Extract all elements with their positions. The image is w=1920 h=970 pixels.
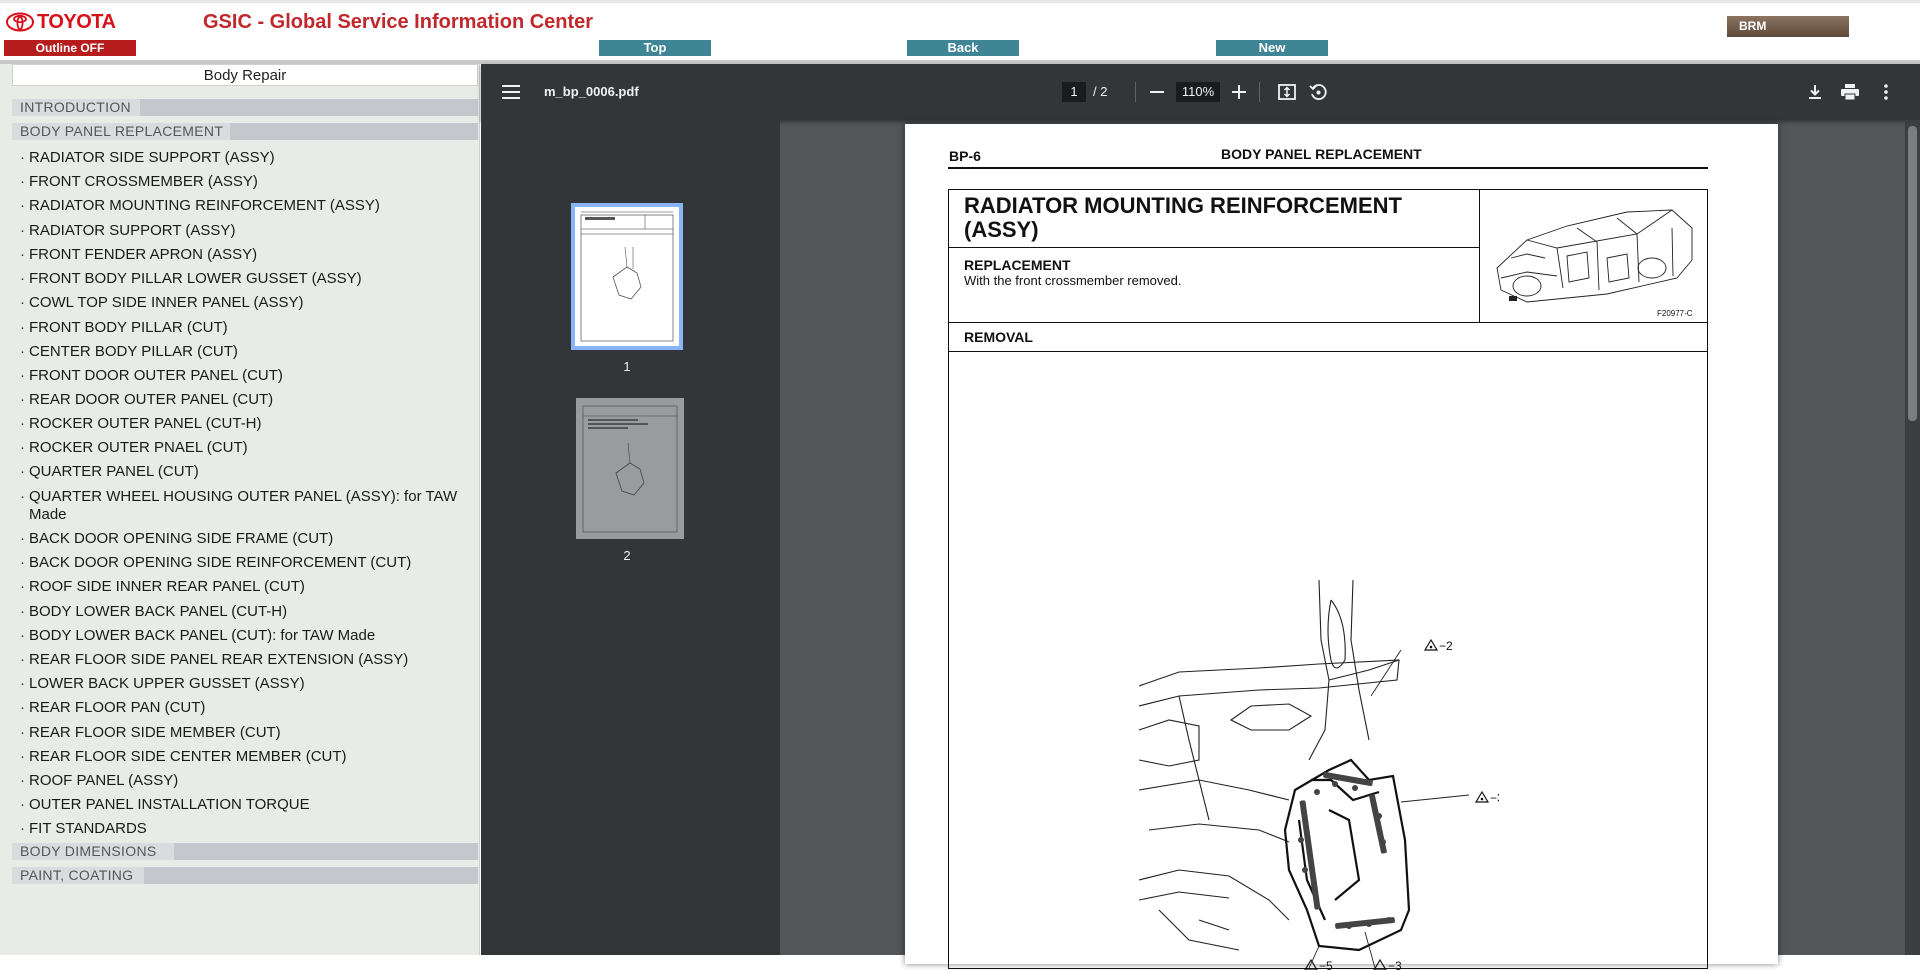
section-label: BODY PANEL REPLACEMENT	[20, 123, 224, 139]
toolbar-divider	[1259, 82, 1260, 102]
page-section-header: BODY PANEL REPLACEMENT	[1221, 146, 1422, 162]
more-icon[interactable]	[1875, 81, 1897, 103]
sidebar-item-radiator-support[interactable]: RADIATOR SUPPORT (ASSY)	[20, 222, 475, 240]
thumbnail-label-2: 2	[623, 548, 631, 563]
zoom-level-input[interactable]: 110%	[1176, 82, 1220, 102]
section-body-dimensions[interactable]: BODY DIMENSIONS	[12, 843, 478, 860]
toolbar-divider	[1135, 82, 1136, 102]
figure-code: F20977-C	[1657, 309, 1693, 318]
section-paint-coating[interactable]: PAINT, COATING	[12, 867, 478, 884]
thumbnail-page-1[interactable]	[571, 203, 683, 350]
viewer-scrollbar[interactable]	[1905, 120, 1920, 955]
zoom-out-icon[interactable]	[1147, 82, 1167, 102]
pdf-viewer: m_bp_0006.pdf 1 / 2 110% 1 2 BP-6 BODY P…	[481, 64, 1920, 970]
header-rule	[948, 167, 1708, 169]
app-title: GSIC - Global Service Information Center	[203, 11, 594, 33]
sidebar-item-front-door-outer-panel[interactable]: FRONT DOOR OUTER PANEL (CUT)	[20, 367, 475, 385]
box-divider	[949, 322, 1707, 323]
sidebar-item-outer-panel-installation-torque[interactable]: OUTER PANEL INSTALLATION TORQUE	[20, 796, 475, 814]
sidebar-item-lower-back-upper-gusset[interactable]: LOWER BACK UPPER GUSSET (ASSY)	[20, 675, 475, 693]
sidebar-item-rear-door-outer-panel[interactable]: REAR DOOR OUTER PANEL (CUT)	[20, 391, 475, 409]
pdf-toolbar: m_bp_0006.pdf 1 / 2 110%	[481, 64, 1920, 120]
procedure-box: RADIATOR MOUNTING REINFORCEMENT (ASSY) R…	[948, 189, 1708, 970]
box-divider	[949, 351, 1707, 352]
page-total: / 2	[1093, 84, 1108, 99]
sidebar-item-body-lower-back-panel-cut-h[interactable]: BODY LOWER BACK PANEL (CUT-H)	[20, 603, 475, 621]
print-icon[interactable]	[1839, 81, 1861, 103]
top-button[interactable]: Top	[599, 40, 711, 56]
section-label: PAINT, COATING	[20, 867, 134, 883]
sidebar-item-body-lower-back-panel-taw[interactable]: BODY LOWER BACK PANEL (CUT): for TAW Mad…	[20, 627, 475, 645]
section-body-panel-replacement[interactable]: BODY PANEL REPLACEMENT	[12, 123, 478, 140]
thumbnail-page-2-preview	[576, 398, 684, 539]
sidebar-item-quarter-wheel-housing-outer-panel[interactable]: QUARTER WHEEL HOUSING OUTER PANEL (ASSY)…	[20, 488, 475, 524]
rotate-icon[interactable]	[1307, 81, 1329, 103]
thumbnail-label-1: 1	[623, 359, 631, 374]
menu-icon[interactable]	[499, 80, 523, 104]
scrollbar-thumb[interactable]	[1908, 126, 1917, 421]
sidebar-item-rear-floor-side-panel-rear-extension[interactable]: REAR FLOOR SIDE PANEL REAR EXTENSION (AS…	[20, 651, 475, 669]
download-icon[interactable]	[1804, 81, 1826, 103]
removal-heading: REMOVAL	[964, 329, 1033, 345]
sidebar-item-fit-standards[interactable]: FIT STANDARDS	[20, 820, 475, 838]
vehicle-body-illustration	[1496, 209, 1693, 303]
logo-text: TOYOTA	[37, 10, 116, 33]
box-divider	[1479, 190, 1480, 322]
fit-page-icon[interactable]	[1276, 81, 1298, 103]
sidebar: Body Repair INTRODUCTION BODY PANEL REPL…	[0, 64, 480, 955]
sidebar-item-back-door-opening-side-reinforcement[interactable]: BACK DOOR OPENING SIDE REINFORCEMENT (CU…	[20, 554, 475, 572]
box-divider	[949, 247, 1479, 248]
page-code: BP-6	[949, 148, 981, 164]
thumbnail-panel: 1 2	[481, 120, 780, 955]
sidebar-item-rocker-outer-pnael-cut[interactable]: ROCKER OUTER PNAEL (CUT)	[20, 439, 475, 457]
removal-diagram: −2 −3 −5 −3	[1139, 580, 1499, 970]
toyota-logo: TOYOTA	[5, 10, 116, 33]
sidebar-item-rear-floor-side-center-member[interactable]: REAR FLOOR SIDE CENTER MEMBER (CUT)	[20, 748, 475, 766]
section-label: INTRODUCTION	[20, 99, 131, 115]
sidebar-item-front-body-pillar[interactable]: FRONT BODY PILLAR (CUT)	[20, 319, 475, 337]
section-introduction[interactable]: INTRODUCTION	[12, 99, 478, 116]
outline-toggle-button[interactable]: Outline OFF	[4, 40, 136, 56]
sidebar-item-front-fender-apron[interactable]: FRONT FENDER APRON (ASSY)	[20, 246, 475, 264]
procedure-title: RADIATOR MOUNTING REINFORCEMENT (ASSY)	[964, 193, 1402, 242]
sidebar-item-front-crossmember[interactable]: FRONT CROSSMEMBER (ASSY)	[20, 173, 475, 191]
page-number-input[interactable]: 1	[1062, 82, 1086, 102]
sidebar-item-rear-floor-side-member[interactable]: REAR FLOOR SIDE MEMBER (CUT)	[20, 724, 475, 742]
zoom-in-icon[interactable]	[1229, 82, 1249, 102]
toyota-emblem-icon	[6, 12, 34, 32]
sidebar-item-radiator-side-support[interactable]: RADIATOR SIDE SUPPORT (ASSY)	[20, 149, 475, 167]
pdf-file-name: m_bp_0006.pdf	[544, 84, 639, 99]
section-label: BODY DIMENSIONS	[20, 843, 157, 859]
replacement-text: With the front crossmember removed.	[964, 273, 1182, 288]
back-button[interactable]: Back	[907, 40, 1019, 56]
sidebar-item-center-body-pillar[interactable]: CENTER BODY PILLAR (CUT)	[20, 343, 475, 361]
callout-label: −3	[1388, 959, 1402, 970]
sidebar-item-front-body-pillar-lower-gusset[interactable]: FRONT BODY PILLAR LOWER GUSSET (ASSY)	[20, 270, 475, 288]
sidebar-item-rocker-outer-panel-cut-h[interactable]: ROCKER OUTER PANEL (CUT-H)	[20, 415, 475, 433]
sidebar-item-cowl-top-side-inner-panel[interactable]: COWL TOP SIDE INNER PANEL (ASSY)	[20, 294, 475, 312]
new-button[interactable]: New	[1216, 40, 1328, 56]
callout-label: −5	[1319, 959, 1333, 970]
sidebar-title: Body Repair	[12, 64, 478, 86]
sidebar-item-roof-panel[interactable]: ROOF PANEL (ASSY)	[20, 772, 475, 790]
thumbnail-page-2[interactable]	[576, 398, 684, 539]
thumbnail-page-1-preview	[575, 207, 679, 346]
brm-button[interactable]: BRM	[1727, 16, 1849, 37]
replacement-heading: REPLACEMENT	[964, 257, 1071, 273]
sidebar-item-roof-side-inner-rear-panel[interactable]: ROOF SIDE INNER REAR PANEL (CUT)	[20, 578, 475, 596]
sidebar-item-back-door-opening-side-frame[interactable]: BACK DOOR OPENING SIDE FRAME (CUT)	[20, 530, 475, 548]
sidebar-item-quarter-panel[interactable]: QUARTER PANEL (CUT)	[20, 463, 475, 481]
callout-label: −2	[1439, 639, 1453, 653]
pdf-page: BP-6 BODY PANEL REPLACEMENT RADIATOR MOU…	[905, 124, 1778, 970]
sidebar-item-rear-floor-pan[interactable]: REAR FLOOR PAN (CUT)	[20, 699, 475, 717]
app-header: TOYOTA GSIC - Global Service Information…	[0, 0, 1920, 60]
callout-label: −3	[1490, 791, 1499, 805]
sidebar-item-radiator-mounting-reinforcement[interactable]: RADIATOR MOUNTING REINFORCEMENT (ASSY)	[20, 197, 475, 215]
